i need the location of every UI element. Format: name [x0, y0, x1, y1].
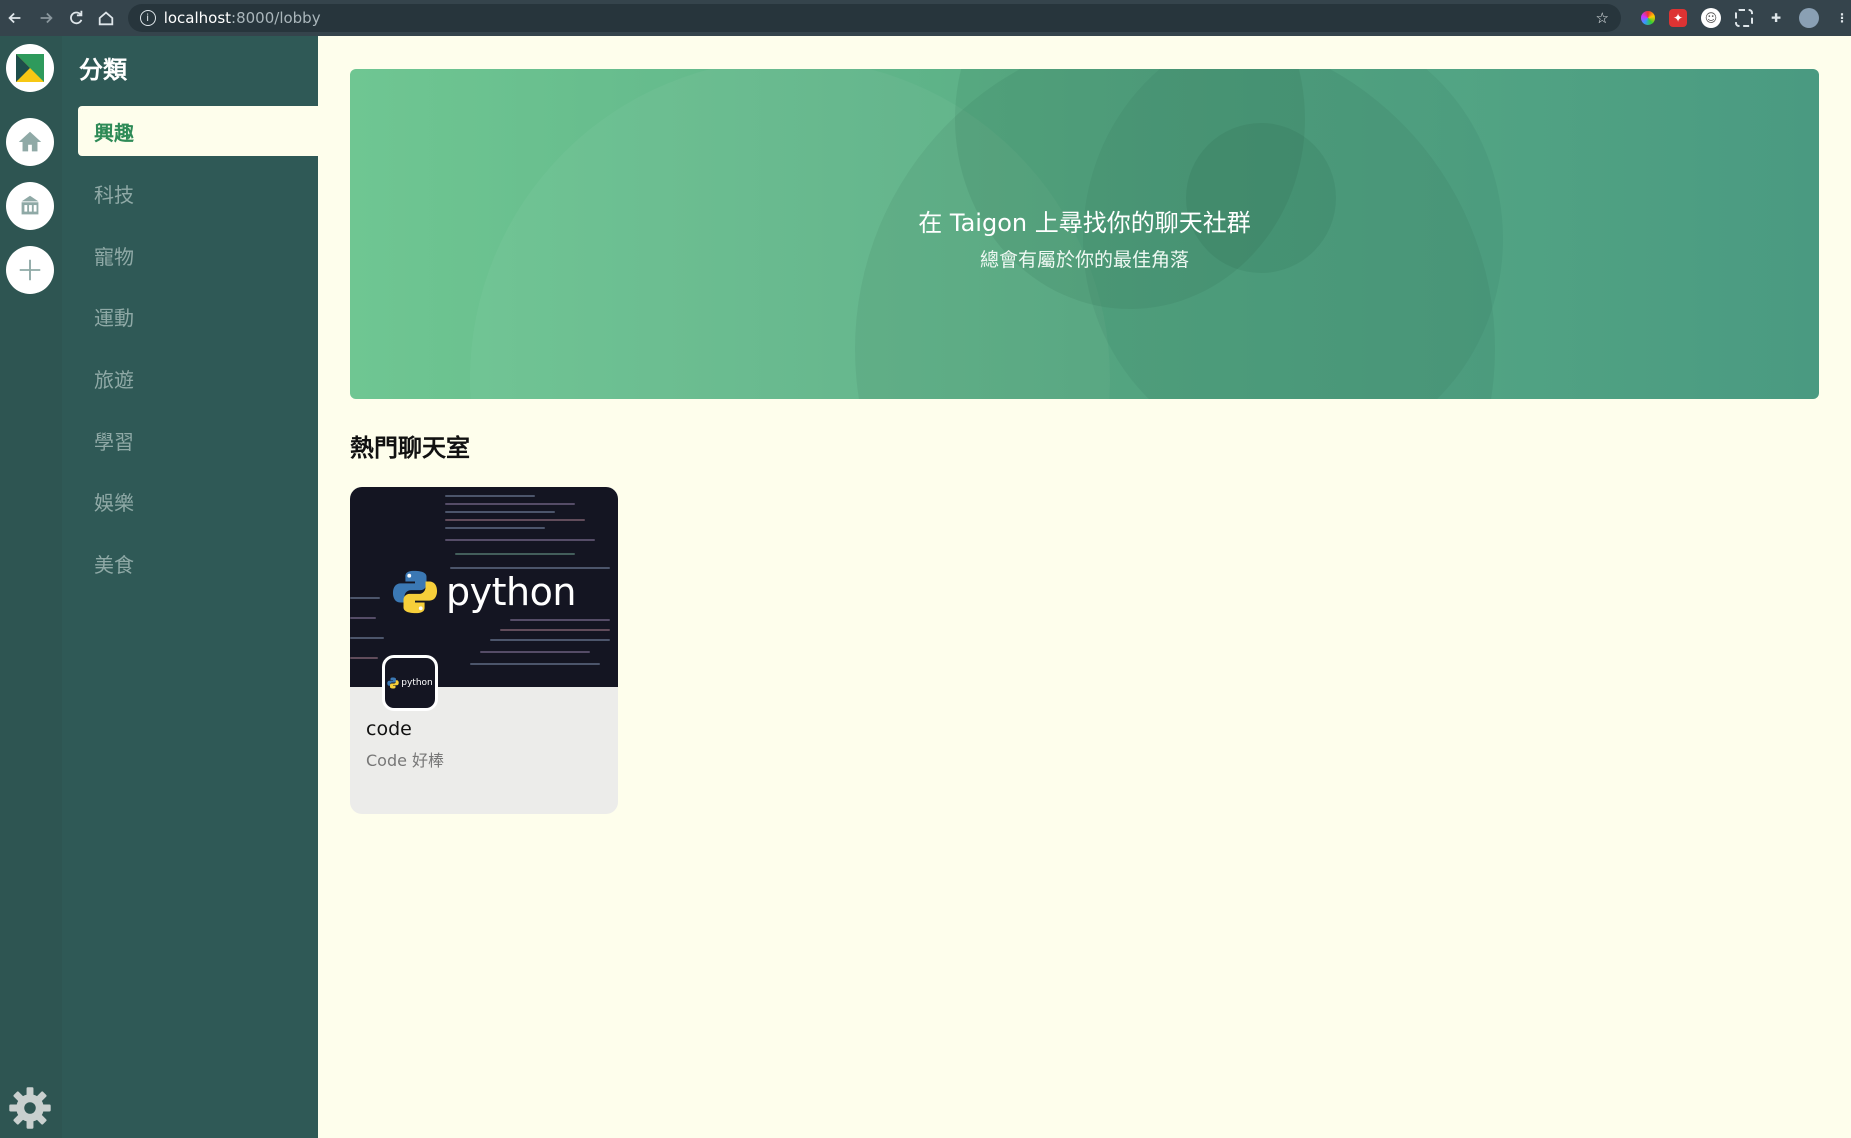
python-icon	[392, 570, 438, 614]
profile-avatar-icon[interactable]	[1798, 8, 1819, 28]
reload-icon[interactable]	[61, 0, 91, 36]
category-label: 旅遊	[94, 367, 134, 392]
python-logo: python	[392, 569, 576, 615]
category-item-interest[interactable]: 興趣	[78, 106, 318, 156]
plus-icon[interactable]	[6, 246, 54, 294]
category-label: 寵物	[94, 244, 134, 269]
category-item-sports[interactable]: 運動	[78, 291, 318, 341]
room-name: code	[366, 718, 412, 740]
face-extension-icon[interactable]: ☺	[1700, 8, 1721, 28]
forward-icon[interactable]	[30, 0, 60, 36]
browser-toolbar: i localhost:8000/lobby ☆ ✦ ☺ ✚ ⋮	[0, 0, 1851, 36]
gear-icon[interactable]	[6, 1084, 54, 1132]
color-extension-icon[interactable]	[1640, 11, 1655, 25]
url-host: localhost	[163, 9, 232, 27]
category-label: 運動	[94, 305, 134, 330]
category-sidebar: 分類 興趣 科技 寵物 運動 旅遊 學習 娛樂 美食	[62, 36, 318, 1138]
category-label: 興趣	[94, 120, 134, 145]
school-building-icon[interactable]	[6, 182, 54, 230]
category-label: 學習	[94, 429, 134, 454]
category-item-pets[interactable]: 寵物	[78, 230, 318, 280]
room-card[interactable]: python python code Code 好棒	[350, 487, 618, 814]
cover-python-text: python	[446, 570, 576, 614]
room-description: Code 好棒	[366, 751, 445, 770]
hero-banner: 在 Taigon 上尋找你的聊天社群 總會有屬於你的最佳角落	[350, 69, 1819, 399]
category-item-entertainment[interactable]: 娛樂	[78, 476, 318, 526]
hero-title: 在 Taigon 上尋找你的聊天社群	[918, 209, 1251, 237]
browser-menu-icon[interactable]: ⋮	[1833, 9, 1851, 27]
server-rail	[0, 36, 62, 1138]
category-label: 科技	[94, 182, 134, 207]
category-item-food[interactable]: 美食	[78, 538, 318, 588]
category-label: 美食	[94, 552, 134, 577]
sidebar-title: 分類	[79, 56, 127, 84]
category-label: 娛樂	[94, 490, 134, 515]
home-nav-icon[interactable]	[91, 0, 121, 36]
red-extension-icon[interactable]: ✦	[1668, 9, 1687, 27]
avatar-python-text: python	[401, 678, 433, 688]
puzzle-extension-icon[interactable]: ✚	[1767, 9, 1785, 27]
category-item-tech[interactable]: 科技	[78, 168, 318, 218]
category-item-travel[interactable]: 旅遊	[78, 353, 318, 403]
screenshot-extension-icon[interactable]	[1734, 9, 1753, 27]
bookmark-star-icon[interactable]: ☆	[1596, 9, 1609, 27]
popular-rooms-title: 熱門聊天室	[350, 434, 470, 462]
home-icon[interactable]	[6, 118, 54, 166]
python-icon	[387, 677, 399, 689]
back-icon[interactable]	[0, 0, 30, 36]
room-avatar: python	[382, 655, 438, 711]
hero-subtitle: 總會有屬於你的最佳角落	[979, 249, 1189, 271]
address-bar[interactable]: i localhost:8000/lobby ☆	[127, 4, 1621, 32]
app-logo-icon[interactable]	[6, 44, 54, 92]
category-item-learning[interactable]: 學習	[78, 415, 318, 465]
site-info-icon[interactable]: i	[139, 10, 156, 26]
url-path: :8000/lobby	[231, 9, 321, 27]
